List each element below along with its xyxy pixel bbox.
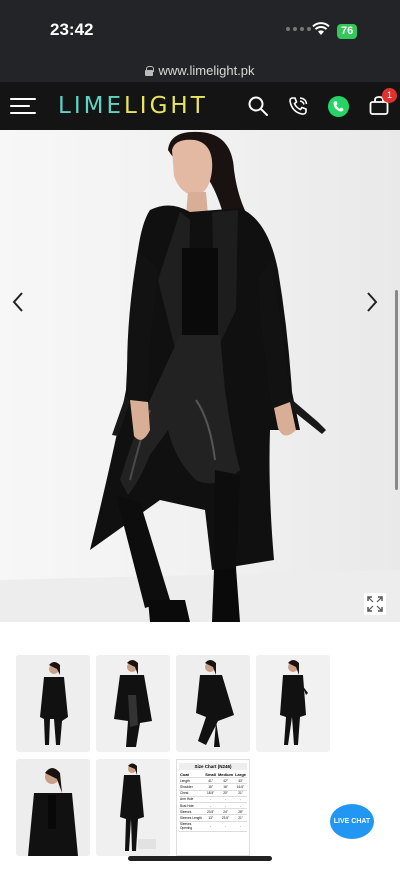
size-chart-thumbnail[interactable]: Size Chart (N246) Coat Small Medium Large L… [176, 759, 250, 856]
lock-icon [145, 65, 155, 76]
thumbnail-5[interactable] [16, 759, 90, 856]
size-chart-row: Sleeves Opening - - - [179, 821, 247, 832]
live-chat-button[interactable]: LIVE CHAT [330, 804, 374, 839]
size-chart-header-row: Coat Small Medium Large [179, 771, 247, 779]
size-chart-title: Size Chart (N246) [179, 763, 247, 770]
search-icon[interactable] [247, 95, 269, 117]
previous-image-arrow-icon[interactable] [10, 290, 26, 314]
battery-indicator: 76 [337, 24, 358, 39]
size-chart-table: Coat Small Medium Large Length 41" 42" 43" Sho… [179, 771, 247, 832]
fullscreen-button[interactable] [364, 593, 386, 615]
thumbnail-4[interactable] [256, 655, 330, 752]
site-logo[interactable]: LIMELIGHT [58, 93, 208, 119]
next-image-arrow-icon[interactable] [364, 290, 380, 314]
phone-icon[interactable] [287, 95, 309, 117]
url-text: www.limelight.pk [158, 62, 255, 78]
thumbnail-2[interactable] [96, 655, 170, 752]
thumbnail-3[interactable] [176, 655, 250, 752]
wifi-icon [312, 22, 330, 35]
signal-icon [286, 27, 311, 31]
status-time: 23:42 [50, 20, 94, 39]
cart-count-badge: 1 [382, 88, 397, 103]
status-bar: 23:42 76 [0, 0, 400, 58]
address-bar[interactable]: www.limelight.pk [0, 58, 400, 82]
scrollbar[interactable] [395, 290, 398, 490]
thumbnail-6[interactable] [96, 759, 170, 856]
thumbnail-1[interactable] [16, 655, 90, 752]
home-indicator[interactable] [128, 856, 272, 861]
model-in-black-coat-photo [0, 130, 400, 622]
site-header: LIMELIGHT [0, 82, 400, 130]
whatsapp-icon[interactable] [327, 95, 350, 118]
product-image-main[interactable] [0, 130, 400, 622]
hamburger-menu-icon[interactable] [10, 96, 36, 116]
expand-icon [367, 596, 383, 612]
